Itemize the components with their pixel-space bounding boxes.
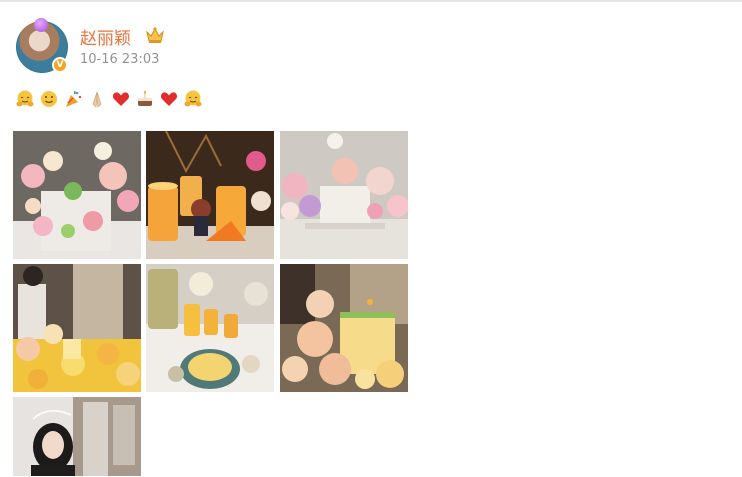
photo-cake-flowers-window[interactable] bbox=[280, 131, 408, 259]
photo-candles-doll[interactable] bbox=[146, 131, 274, 259]
top-divider bbox=[0, 0, 742, 2]
hug-face-emoji bbox=[16, 90, 34, 107]
photo-woman-cake-roses[interactable] bbox=[280, 264, 408, 392]
red-heart-emoji bbox=[160, 92, 178, 106]
photo-flower-cake[interactable] bbox=[13, 131, 141, 259]
post-text-emojis bbox=[15, 89, 203, 109]
verified-badge-icon: V bbox=[52, 57, 68, 73]
author-name[interactable]: 赵丽颖 bbox=[80, 24, 131, 49]
photo-woman-yellow-flowers[interactable] bbox=[13, 264, 141, 392]
party-popper-emoji bbox=[66, 91, 82, 107]
photo-table-candles-dish[interactable] bbox=[146, 264, 274, 392]
avatar-decoration-icon bbox=[34, 18, 48, 32]
red-heart-emoji bbox=[112, 92, 130, 106]
cake-emoji bbox=[138, 90, 152, 106]
post-timestamp[interactable]: 10-16 23:03 bbox=[80, 52, 159, 67]
smile-face-emoji bbox=[41, 91, 57, 107]
crown-badge-icon[interactable] bbox=[145, 26, 165, 44]
hug-face-emoji bbox=[184, 90, 202, 107]
folded-hands-emoji bbox=[92, 91, 102, 108]
photo-woman-selfie[interactable] bbox=[13, 397, 141, 476]
